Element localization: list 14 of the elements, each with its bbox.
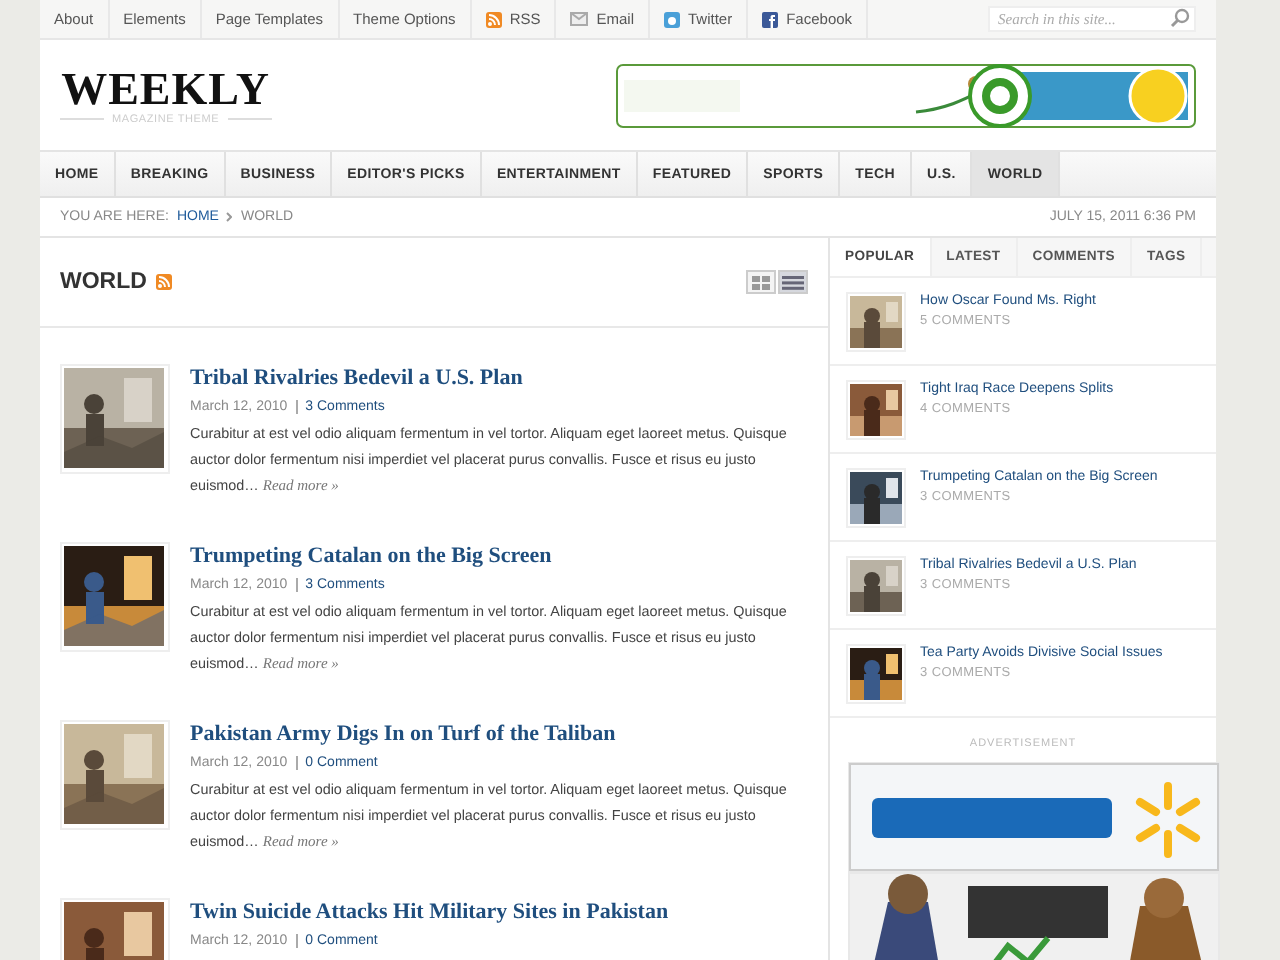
post-title-link[interactable]: Tribal Rivalries Bedevil a U.S. Plan <box>190 364 800 392</box>
rss-icon <box>485 11 502 27</box>
post-title-link[interactable]: Twin Suicide Attacks Hit Military Sites in Pakistan <box>190 898 800 926</box>
list-view-button[interactable] <box>778 270 808 294</box>
envelope-icon <box>570 12 589 26</box>
search-icon <box>1170 8 1190 28</box>
grid-view-button[interactable] <box>746 270 776 294</box>
post-title-link[interactable]: Pakistan Army Digs In on Turf of the Taliban <box>190 720 800 748</box>
chevron-icon <box>226 212 233 222</box>
post-title-link[interactable]: Trumpeting Catalan on the Big Screen <box>190 542 800 570</box>
facebook-f-icon <box>762 11 779 27</box>
rss-icon[interactable] <box>156 274 173 290</box>
section-title: WORLD <box>60 270 147 294</box>
site-logo[interactable]: WEEKLY <box>61 65 271 113</box>
